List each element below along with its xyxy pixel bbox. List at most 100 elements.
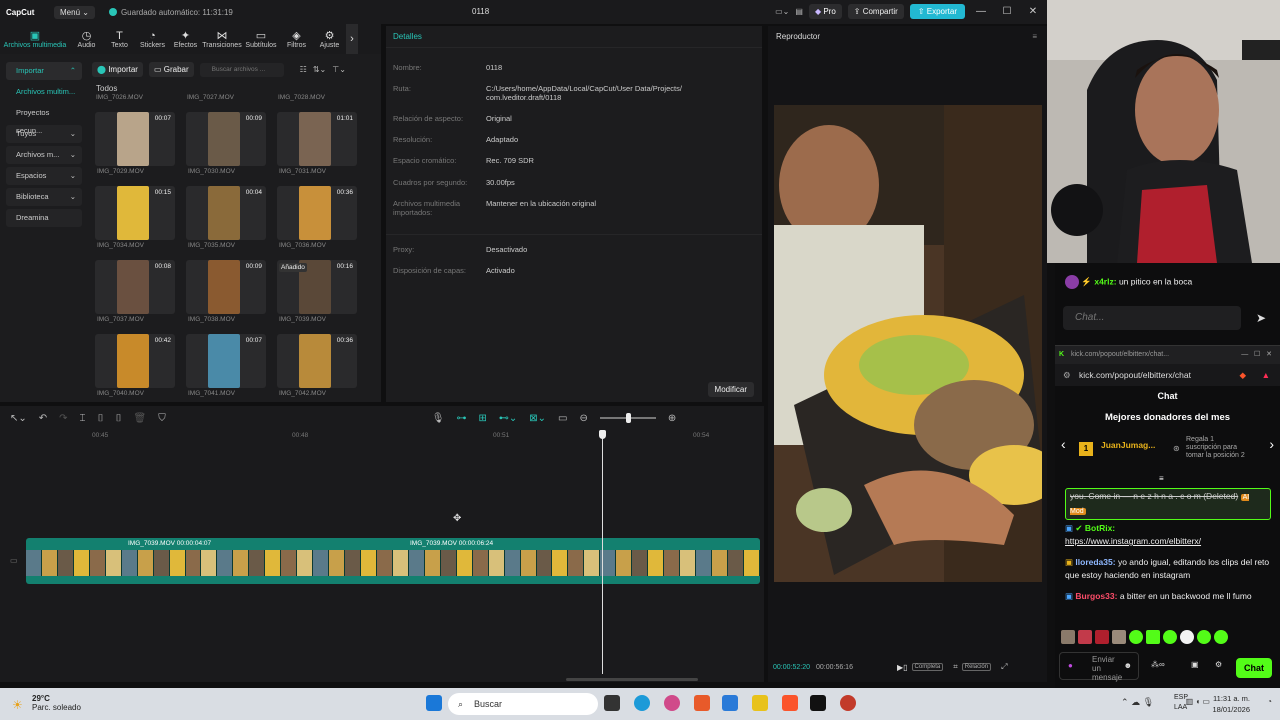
- preview-axis-icon[interactable]: ⊠⌄: [529, 413, 546, 424]
- media-thumbnail[interactable]: 00:09: [186, 260, 266, 314]
- tool-adjust[interactable]: ⚙ Ajuste: [313, 24, 346, 54]
- link-icon[interactable]: ⊶: [456, 413, 466, 424]
- chat-input[interactable]: [1063, 306, 1241, 330]
- media-thumbnail[interactable]: 00:36: [277, 186, 357, 240]
- task-view-icon[interactable]: [604, 695, 620, 711]
- keyboard-icon[interactable]: ▤: [795, 7, 803, 16]
- media-thumbnail[interactable]: 00:16 Añadido: [277, 260, 357, 314]
- sidebar-item-spaces[interactable]: Espacios ⌄: [6, 167, 82, 185]
- office-icon[interactable]: [694, 695, 710, 711]
- delete-icon[interactable]: 🗑: [134, 413, 147, 424]
- tray-icons[interactable]: ⌃ ☁ 🎙: [1121, 697, 1154, 708]
- snap-icon[interactable]: ⊷⌄: [499, 413, 517, 424]
- sidebar-item-media[interactable]: Archivos multim...: [6, 83, 82, 101]
- tool-stickers[interactable]: ◔ Stickers: [136, 24, 169, 54]
- minimize-icon[interactable]: —: [971, 6, 991, 17]
- shield-icon[interactable]: ⛉: [158, 413, 166, 424]
- trim-left-icon[interactable]: ⌷: [98, 413, 104, 424]
- edge-icon[interactable]: [634, 695, 650, 711]
- video-track-clip[interactable]: IMG_7039.MOV 00:00:04:07 IMG_7039.MOV 00…: [26, 538, 760, 584]
- undo-icon[interactable]: ↶: [39, 413, 47, 424]
- network-icon[interactable]: ▥ ◖ ▭: [1186, 697, 1210, 706]
- media-thumbnail[interactable]: 00:42: [95, 334, 175, 388]
- menu-button[interactable]: Menú ⌄: [54, 5, 95, 19]
- maximize-icon[interactable]: ☐: [997, 6, 1017, 17]
- chevron-right-icon[interactable]: ›: [1269, 436, 1274, 452]
- emote-icon[interactable]: [1095, 630, 1109, 644]
- windows-start-icon[interactable]: [426, 695, 442, 711]
- trim-right-icon[interactable]: ⌷: [116, 413, 122, 424]
- close-icon[interactable]: ✕: [1023, 6, 1043, 17]
- ratio-button[interactable]: Relación: [961, 663, 992, 671]
- view-grid-icon[interactable]: ☷: [300, 65, 307, 74]
- export-button[interactable]: ⇧ Exportar: [909, 4, 965, 19]
- timeline-ruler[interactable]: 00:45 00:48 00:51 00:54: [0, 430, 764, 442]
- redo-icon[interactable]: ↷: [59, 413, 67, 424]
- modify-button[interactable]: Modificar: [707, 382, 754, 397]
- filter-all-label[interactable]: Todos: [96, 84, 117, 93]
- filter-icon[interactable]: ⊤⌄: [332, 65, 346, 74]
- search-input[interactable]: [199, 62, 284, 77]
- emote-icon[interactable]: [1129, 630, 1143, 644]
- tool-transitions[interactable]: ⋈ Transiciones: [202, 24, 242, 54]
- sidebar-item-import[interactable]: Importar ⌃: [6, 62, 82, 80]
- tool-media[interactable]: ▣ Archivos multimedia: [0, 24, 70, 54]
- import-button[interactable]: ⬤ Importar: [92, 62, 143, 77]
- store-icon[interactable]: [722, 695, 738, 711]
- chat-link[interactable]: https://www.instagram.com/elbitterx/: [1065, 536, 1201, 546]
- sidebar-item-subprojects[interactable]: Proyectos secun...: [6, 104, 82, 135]
- media-thumbnail[interactable]: 00:09: [186, 112, 266, 166]
- timeline-scrollbar[interactable]: [566, 678, 698, 681]
- brave-icon[interactable]: [782, 695, 798, 711]
- zoom-in-icon[interactable]: ⊕: [668, 413, 676, 424]
- gift-icon[interactable]: ▣: [1191, 660, 1199, 669]
- player-menu-icon[interactable]: ≡: [1032, 32, 1037, 41]
- send-message-input[interactable]: ● Enviar un mensaje ☻: [1059, 652, 1139, 682]
- split-icon[interactable]: ⌶: [80, 413, 86, 424]
- media-thumbnail[interactable]: 00:08: [95, 260, 175, 314]
- sort-icon[interactable]: ⇅⌄: [313, 65, 326, 74]
- emote-icon[interactable]: [1197, 630, 1211, 644]
- capcut-icon[interactable]: [810, 695, 826, 711]
- weather-widget[interactable]: ☀ 29°C Parc. soleado: [12, 694, 81, 712]
- points-icon[interactable]: ⁂∞: [1151, 660, 1165, 669]
- taskbar-search[interactable]: ⌕ Buscar: [448, 693, 598, 715]
- sidebar-item-files[interactable]: Archivos m... ⌄: [6, 146, 82, 164]
- tool-subtitles[interactable]: ▭ Subtítulos: [242, 24, 280, 54]
- play-icon[interactable]: ▶▯: [897, 663, 908, 672]
- share-button[interactable]: ⇪ Compartir: [847, 4, 904, 19]
- pro-button[interactable]: ◆ Pro: [808, 4, 842, 19]
- emote-icon[interactable]: [1078, 630, 1092, 644]
- browser-tab[interactable]: K kick.com/popout/elbitterx/chat... — ☐ …: [1055, 346, 1280, 364]
- media-thumbnail[interactable]: 00:04: [186, 186, 266, 240]
- magnet-icon[interactable]: ⊞: [478, 413, 486, 424]
- emote-icon[interactable]: [1163, 630, 1177, 644]
- full-button[interactable]: Completa: [911, 663, 944, 671]
- mic-icon[interactable]: 🎙: [432, 413, 445, 424]
- emote-icon[interactable]: [1061, 630, 1075, 644]
- chat-button[interactable]: Chat: [1236, 658, 1272, 678]
- media-thumbnail[interactable]: 00:07: [95, 112, 175, 166]
- track-lock-icon[interactable]: ▭: [10, 556, 18, 565]
- fullscreen-icon[interactable]: ⤢: [1001, 662, 1007, 672]
- layout-icon[interactable]: ▭⌄: [775, 7, 789, 16]
- record-button[interactable]: ▭ Grabar: [148, 62, 194, 77]
- sidebar-item-yours[interactable]: Tuyos ⌄: [6, 125, 82, 143]
- media-thumbnail[interactable]: 00:15: [95, 186, 175, 240]
- sidebar-item-library[interactable]: Biblioteca ⌄: [6, 188, 82, 206]
- caption-icon[interactable]: ▭: [558, 413, 567, 424]
- tool-effects[interactable]: ✦ Efectos: [169, 24, 202, 54]
- clock[interactable]: 11:31 a. m. 18/01/2026: [1212, 693, 1250, 715]
- emote-icon[interactable]: [1112, 630, 1126, 644]
- tool-filters[interactable]: ◈ Filtros: [280, 24, 313, 54]
- explorer-icon[interactable]: [752, 695, 768, 711]
- chevron-left-icon[interactable]: ‹: [1061, 436, 1066, 452]
- toolbar-more-icon[interactable]: ›: [346, 24, 358, 54]
- send-icon[interactable]: ➤: [1256, 311, 1266, 325]
- copilot-icon[interactable]: [664, 695, 680, 711]
- emote-icon[interactable]: [1214, 630, 1228, 644]
- address-bar[interactable]: ⚙ kick.com/popout/elbitterx/chat ◆ ▲: [1055, 364, 1280, 386]
- zoom-slider[interactable]: [599, 413, 656, 423]
- media-thumbnail[interactable]: 00:07: [186, 334, 266, 388]
- media-thumbnail[interactable]: 00:36: [277, 334, 357, 388]
